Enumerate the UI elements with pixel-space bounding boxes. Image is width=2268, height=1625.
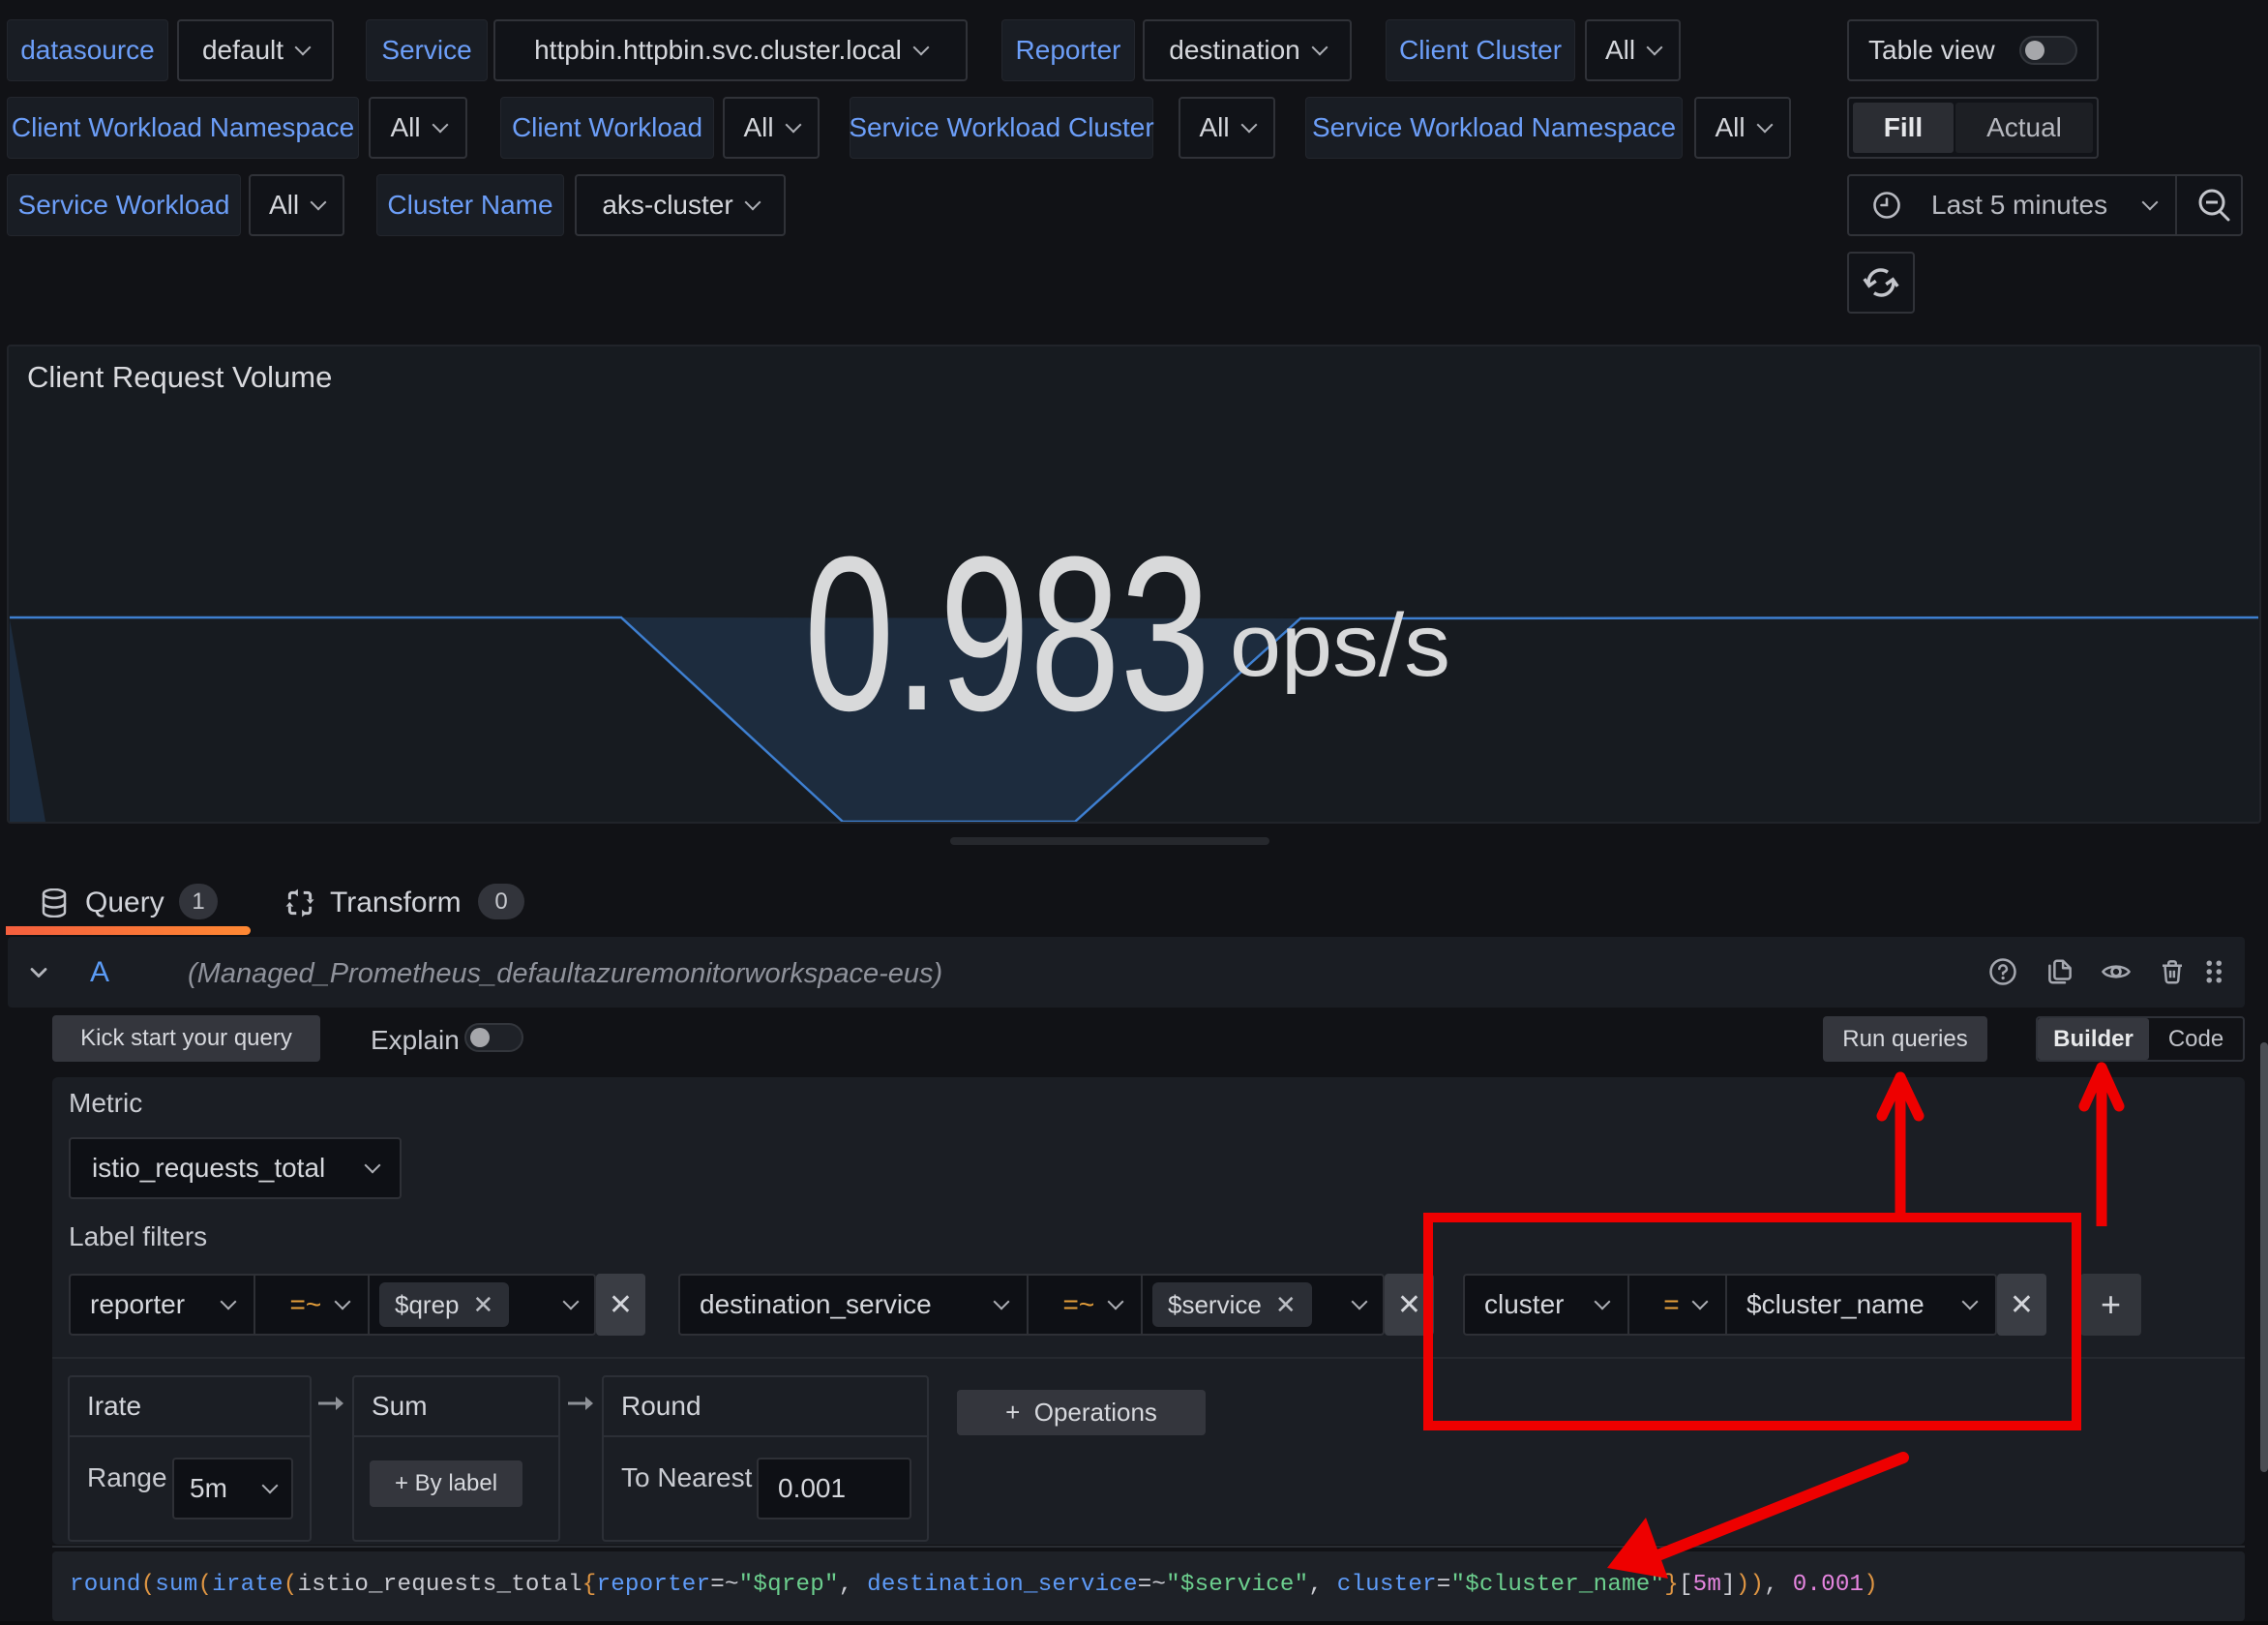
svg-text:ops/s: ops/s (1230, 596, 1450, 695)
svg-text:0.983: 0.983 (804, 512, 1210, 757)
